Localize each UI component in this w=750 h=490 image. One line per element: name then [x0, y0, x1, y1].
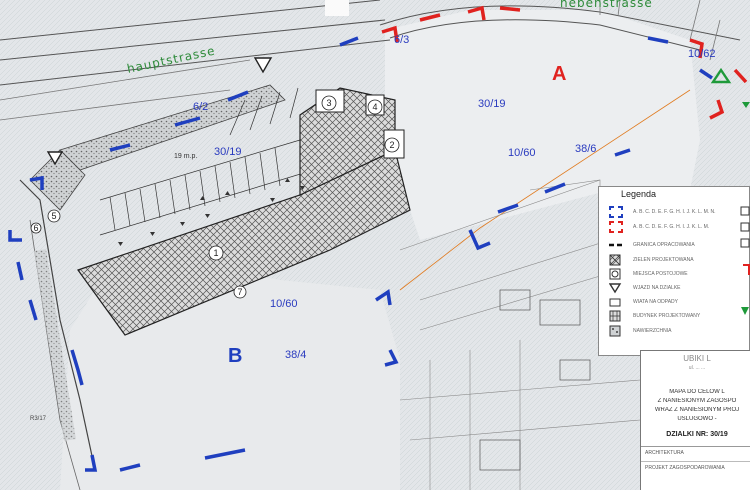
building-number-4: 4	[372, 102, 377, 112]
building-number-1: 1	[213, 248, 218, 258]
parcel-label: 6/2	[193, 101, 208, 113]
parcel-label: 30/19	[214, 146, 242, 158]
parcel-label: 38/6	[575, 143, 596, 155]
legend-item: GRANICA OPRACOWANIA	[605, 238, 745, 252]
dotted-square-icon	[609, 325, 621, 337]
title-block: UBIKI L ul. ... ... MAPA DO CELOW L Z NA…	[640, 350, 750, 490]
legend-item: MIEJSCA POSTOJOWE	[605, 267, 745, 281]
plot-number: DZIALKI NR: 30/19	[666, 431, 728, 438]
legend-item: WJAZD NA DZIALKE	[605, 281, 745, 295]
red-corner-icon	[609, 221, 623, 233]
legend-title: Legenda	[621, 189, 657, 199]
parcel-label: 6/3	[394, 34, 409, 46]
building-number-7: 7	[237, 287, 242, 297]
measure-note: 19 m.p.	[174, 153, 197, 160]
title-line: USLUGOWO -	[677, 416, 717, 422]
area-label-b: B	[228, 345, 242, 367]
parcel-label: 10/60	[508, 147, 536, 159]
legend-item: A. B. C. D. E. F. G. H. I. J. K. L. M. N…	[605, 205, 745, 219]
legend-item: NAWIERZCHNIA	[605, 324, 745, 338]
rectangle-icon	[609, 298, 621, 307]
parcel-label: 10/62	[688, 48, 716, 60]
area-label-a: A	[552, 63, 566, 85]
title-block-row: ARCHITEKTURA	[645, 450, 684, 456]
building-number-6: 6	[33, 223, 38, 233]
title-line: Z NANIESIONYM ZAGOSPO	[657, 398, 737, 404]
blue-corner-icon	[609, 206, 623, 218]
street-label-side: nebenstrasse	[560, 0, 653, 10]
parcel-note: R3/17	[30, 416, 47, 422]
parcel-label: 38/4	[285, 349, 306, 361]
legend-item: WIATA NA ODPADY	[605, 295, 745, 309]
building-number-5: 5	[51, 211, 56, 221]
title-block-row: PROJEKT ZAGOSPODAROWANIA	[645, 465, 725, 471]
hatched-square-icon	[609, 254, 621, 266]
parcel-label: 30/19	[478, 98, 506, 110]
legend-item: A. B. C. D. E. F. G. H. I. J. K. L. M.	[605, 220, 745, 234]
legend-edge-symbols	[740, 206, 750, 315]
building-number-2: 2	[389, 140, 394, 150]
parcel-label: 10/60	[270, 298, 298, 310]
legend-panel: Legenda A. B. C. D. E. F. G. H. I. J. K.…	[598, 186, 750, 356]
dashed-line-icon	[609, 243, 623, 247]
title-line: WRAZ Z NANIESIONYM PROJ	[654, 407, 740, 413]
title-block-org: UBIKI L	[683, 354, 711, 363]
building-number-3: 3	[326, 98, 331, 108]
triangle-down-icon	[609, 283, 622, 294]
grid-square-icon	[609, 310, 621, 322]
circle-square-icon	[609, 268, 621, 280]
legend-item: BUDYNEK PROJEKTOWANY	[605, 309, 745, 323]
legend-item: ZIELEN PROJEKTOWANA	[605, 253, 745, 267]
title-line: MAPA DO CELOW L	[669, 389, 725, 395]
map-sheet: 1 2 3 4 5 6 7 hauptstrasse nebenstrasse …	[0, 0, 750, 490]
